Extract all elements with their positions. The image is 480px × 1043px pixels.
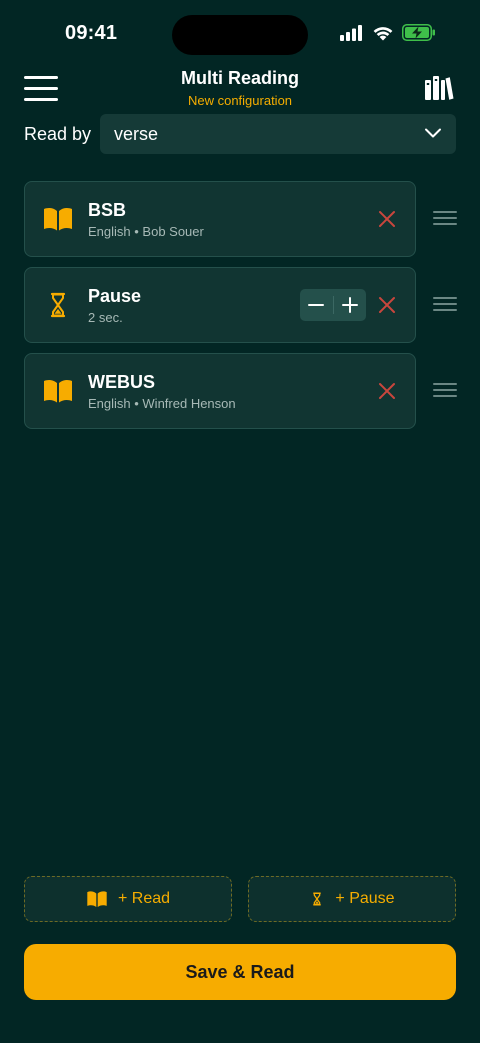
drag-handle-icon[interactable]	[433, 297, 457, 311]
open-book-icon	[44, 380, 72, 403]
drag-line	[433, 303, 457, 305]
minus-icon	[308, 304, 325, 306]
decrement-button[interactable]	[300, 289, 333, 321]
read-by-row: Read by verse	[24, 114, 456, 154]
page-title: Multi Reading	[181, 68, 299, 88]
card-title: BSB	[88, 200, 127, 220]
hourglass-icon	[50, 292, 66, 318]
card-subtitle: English • Winfred Henson	[88, 396, 236, 411]
card-title: WEBUS	[88, 372, 155, 392]
dynamic-island	[172, 15, 308, 55]
drag-line	[433, 395, 457, 397]
reading-card-webus[interactable]: WEBUS English • Winfred Henson	[24, 353, 416, 429]
card-subtitle: English • Bob Souer	[88, 224, 204, 239]
drag-handle-icon[interactable]	[433, 383, 457, 397]
add-pause-button[interactable]: + Pause	[248, 876, 456, 922]
chevron-down-icon	[425, 128, 441, 138]
drag-line	[433, 309, 457, 311]
open-book-icon	[44, 208, 72, 231]
drag-line	[433, 211, 457, 213]
read-by-dropdown[interactable]: verse	[100, 114, 456, 154]
close-icon[interactable]	[377, 295, 397, 315]
list-item: WEBUS English • Winfred Henson	[24, 353, 480, 429]
save-and-read-label: Save & Read	[185, 961, 295, 982]
read-by-label: Read by	[24, 124, 92, 144]
reading-card-bsb[interactable]: BSB English • Bob Souer	[24, 181, 416, 257]
close-icon[interactable]	[377, 209, 397, 229]
add-pause-label: + Pause	[335, 890, 395, 907]
drag-line	[433, 383, 457, 385]
plus-icon	[341, 297, 358, 313]
drag-handle-icon[interactable]	[433, 211, 457, 225]
wifi-icon	[373, 26, 393, 40]
hourglass-icon	[313, 892, 322, 906]
card-title: Pause	[88, 286, 142, 306]
cellular-signal-icon	[340, 24, 362, 41]
drag-line	[433, 297, 457, 299]
increment-button[interactable]	[334, 289, 367, 321]
library-books-icon[interactable]	[424, 74, 454, 102]
drag-line	[433, 217, 457, 219]
pause-card[interactable]: Pause 2 sec.	[24, 267, 416, 343]
save-and-read-button[interactable]: Save & Read	[24, 944, 456, 1000]
read-by-selected-value: verse	[114, 124, 159, 144]
close-icon[interactable]	[377, 381, 397, 401]
page-subtitle: New configuration	[187, 93, 293, 108]
status-icons	[340, 24, 436, 41]
battery-charging-icon	[402, 24, 435, 41]
add-read-button[interactable]: + Read	[24, 876, 232, 922]
list-item: Pause 2 sec.	[24, 267, 480, 343]
card-subtitle: 2 sec.	[88, 310, 123, 325]
add-read-label: + Read	[117, 890, 171, 907]
list-item: BSB English • Bob Souer	[24, 181, 480, 257]
pause-duration-stepper	[300, 289, 366, 321]
open-book-icon	[87, 891, 107, 907]
status-time: 09:41	[65, 22, 118, 44]
drag-line	[433, 389, 457, 391]
drag-line	[433, 223, 457, 225]
header: Multi Reading New configuration	[0, 60, 480, 116]
